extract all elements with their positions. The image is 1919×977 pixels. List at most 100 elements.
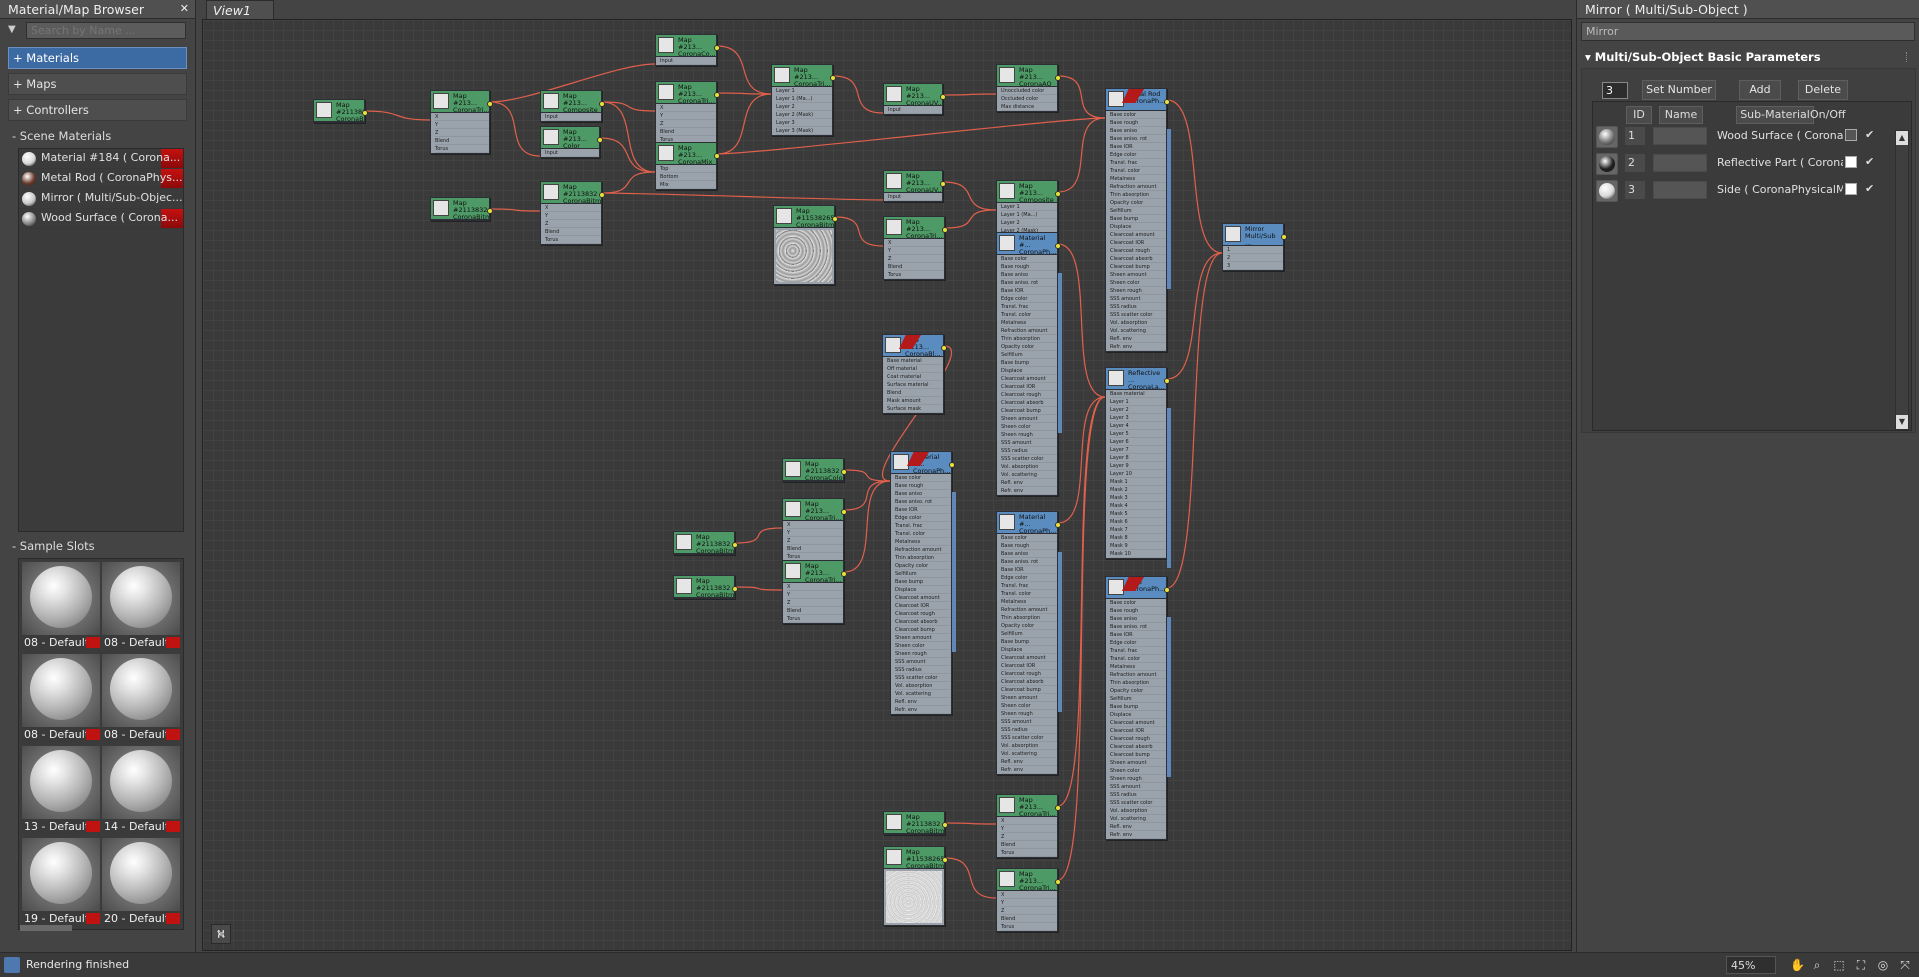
node-slot[interactable]: Y xyxy=(545,212,601,220)
node-slot[interactable]: SSS amount xyxy=(895,658,951,666)
node-slot[interactable]: Torus xyxy=(545,236,601,244)
node-slot[interactable]: Vol. scattering xyxy=(895,690,951,698)
node-slot[interactable]: Vol. absorption xyxy=(1110,319,1166,327)
node-slot[interactable]: Y xyxy=(660,112,716,120)
node-slot[interactable]: Layer 3 xyxy=(1110,414,1166,422)
scroll-down-icon[interactable]: ▼ xyxy=(1896,415,1908,429)
node-slot[interactable]: Thin absorption xyxy=(1110,191,1166,199)
node-slot[interactable]: Mask 8 xyxy=(1110,534,1166,542)
node-slot[interactable]: Base bump xyxy=(1110,215,1166,223)
node-scroll-bar[interactable] xyxy=(952,492,956,652)
output-socket[interactable] xyxy=(1164,378,1170,384)
node-view-canvas[interactable]: Map #2113832CoronaBitmap Map #213...Coron… xyxy=(202,19,1572,951)
node-slot[interactable]: Sheen rough xyxy=(1001,431,1057,439)
sample-slot[interactable]: 14 - Default... xyxy=(102,746,180,834)
section-materials[interactable]: + Materials xyxy=(8,47,187,69)
node-slot[interactable]: Sheen amount xyxy=(1110,759,1166,767)
node-slot[interactable]: Thin absorption xyxy=(1110,679,1166,687)
output-socket[interactable] xyxy=(841,469,847,475)
node-slot[interactable]: Metalness xyxy=(895,538,951,546)
sub-material-button[interactable]: Wood Surface ( CoronaPh xyxy=(1715,127,1843,145)
col-sub-material[interactable]: Sub-Material xyxy=(1736,106,1814,124)
node-slot[interactable]: Blend xyxy=(1001,841,1057,849)
output-socket[interactable] xyxy=(362,110,368,116)
node-slot[interactable]: Selfillum xyxy=(1110,695,1166,703)
add-button[interactable]: Add xyxy=(1739,80,1781,100)
row-name-field[interactable] xyxy=(1653,154,1707,172)
node-slot[interactable]: SSS amount xyxy=(1001,718,1057,726)
node-slot[interactable]: Base bump xyxy=(1110,703,1166,711)
node-slot[interactable]: Torus xyxy=(1001,923,1057,931)
node-slot[interactable]: Base aniso. rot xyxy=(1001,558,1057,566)
node-slot[interactable]: Edge color xyxy=(1110,639,1166,647)
node-slot[interactable]: Transl. color xyxy=(895,530,951,538)
node-slot[interactable]: Occluded color xyxy=(1001,95,1057,103)
output-socket[interactable] xyxy=(1055,75,1061,81)
map-node[interactable]: Map #213... CoronaTri... X Y Z Blend Torus xyxy=(996,868,1061,932)
node-slot[interactable]: Blend xyxy=(787,607,843,615)
node-slot[interactable]: Vol. scattering xyxy=(1110,815,1166,823)
node-slot[interactable]: Layer 1 (Ma...) xyxy=(1001,211,1057,219)
zoom-all-icon[interactable]: ⤧ xyxy=(1898,958,1912,972)
node-slot[interactable]: Coat material xyxy=(887,373,943,381)
map-node[interactable]: Map #2113832CoronaBitmap xyxy=(430,197,493,221)
node-slot[interactable]: Base aniso xyxy=(1001,271,1057,279)
tab-view1[interactable]: View1 xyxy=(206,0,274,19)
node-slot[interactable]: Layer 7 xyxy=(1110,446,1166,454)
map-node[interactable]: Map #213... Composite Input xyxy=(540,90,605,122)
output-socket[interactable] xyxy=(940,181,946,187)
node-slot[interactable]: Edge color xyxy=(1001,295,1057,303)
output-socket[interactable] xyxy=(1055,522,1061,528)
node-slot[interactable]: Clearcoat IOR xyxy=(895,602,951,610)
node-slot[interactable]: Unoccluded color xyxy=(1001,87,1057,95)
node-slot[interactable]: X xyxy=(545,204,601,212)
material-preview[interactable] xyxy=(1596,126,1618,148)
node-slot[interactable]: Layer 4 xyxy=(1110,422,1166,430)
node-slot[interactable]: Mask 2 xyxy=(1110,486,1166,494)
node-slot[interactable]: Base material xyxy=(887,357,943,365)
output-socket[interactable] xyxy=(942,857,948,863)
map-node[interactable]: Map #213... CoronaTri... X Y Z Blend Torus xyxy=(430,90,493,154)
node-slot[interactable]: Base IOR xyxy=(1110,143,1166,151)
scene-material-item[interactable]: Metal Rod ( CoronaPhys... xyxy=(19,169,183,189)
node-slot[interactable]: Mask 9 xyxy=(1110,542,1166,550)
node-slot[interactable]: Base color xyxy=(895,474,951,482)
node-slot[interactable]: Transl. frac xyxy=(895,522,951,530)
node-slot[interactable]: Clearcoat IOR xyxy=(1001,383,1057,391)
node-slot[interactable]: Base IOR xyxy=(895,506,951,514)
output-socket[interactable] xyxy=(1055,191,1061,197)
node-slot[interactable]: Metalness xyxy=(1110,175,1166,183)
node-slot[interactable]: Layer 1 xyxy=(1110,398,1166,406)
node-slot[interactable]: Transl. color xyxy=(1110,167,1166,175)
node-slot[interactable]: Blend xyxy=(887,389,943,397)
scene-material-item[interactable]: Material #184 ( Corona... xyxy=(19,149,183,169)
node-slot[interactable]: SSS radius xyxy=(1110,791,1166,799)
node-slot[interactable]: Opacity color xyxy=(1110,687,1166,695)
node-slot[interactable]: Sheen amount xyxy=(1001,694,1057,702)
node-slot[interactable]: Input xyxy=(545,149,599,157)
node-slot[interactable]: Refraction amount xyxy=(1110,183,1166,191)
node-slot[interactable]: Refl. env xyxy=(1001,479,1057,487)
node-slot[interactable]: Clearcoat bump xyxy=(1110,751,1166,759)
node-slot[interactable]: Vol. absorption xyxy=(1001,463,1057,471)
node-slot[interactable]: Thin absorption xyxy=(895,554,951,562)
node-slot[interactable]: Sheen color xyxy=(1001,702,1057,710)
scroll-up-icon[interactable]: ▲ xyxy=(1896,131,1908,145)
node-slot[interactable]: Base rough xyxy=(1001,263,1057,271)
node-slot[interactable]: Clearcoat bump xyxy=(1001,686,1057,694)
section-controllers[interactable]: + Controllers xyxy=(8,99,187,121)
output-socket[interactable] xyxy=(1055,879,1061,885)
node-slot[interactable]: Z xyxy=(435,129,489,137)
map-node[interactable]: Map #213... CoronaUV... Input xyxy=(883,83,946,115)
col-name[interactable]: Name xyxy=(1659,106,1703,124)
node-slot[interactable]: X xyxy=(660,104,716,112)
node-slot[interactable]: Sheen rough xyxy=(1001,710,1057,718)
on-off-checkbox[interactable]: ✔ xyxy=(1865,182,1879,196)
output-socket[interactable] xyxy=(597,137,603,143)
node-slot[interactable]: Clearcoat bump xyxy=(1001,407,1057,415)
node-slot[interactable]: Y xyxy=(888,247,944,255)
node-slot[interactable]: Displace xyxy=(1001,646,1057,654)
node-slot[interactable]: SSS scatter color xyxy=(895,674,951,682)
material-node[interactable]: Material #...CoronaPh...Base colorBase r… xyxy=(890,451,956,715)
color-swatch[interactable] xyxy=(1845,156,1857,168)
